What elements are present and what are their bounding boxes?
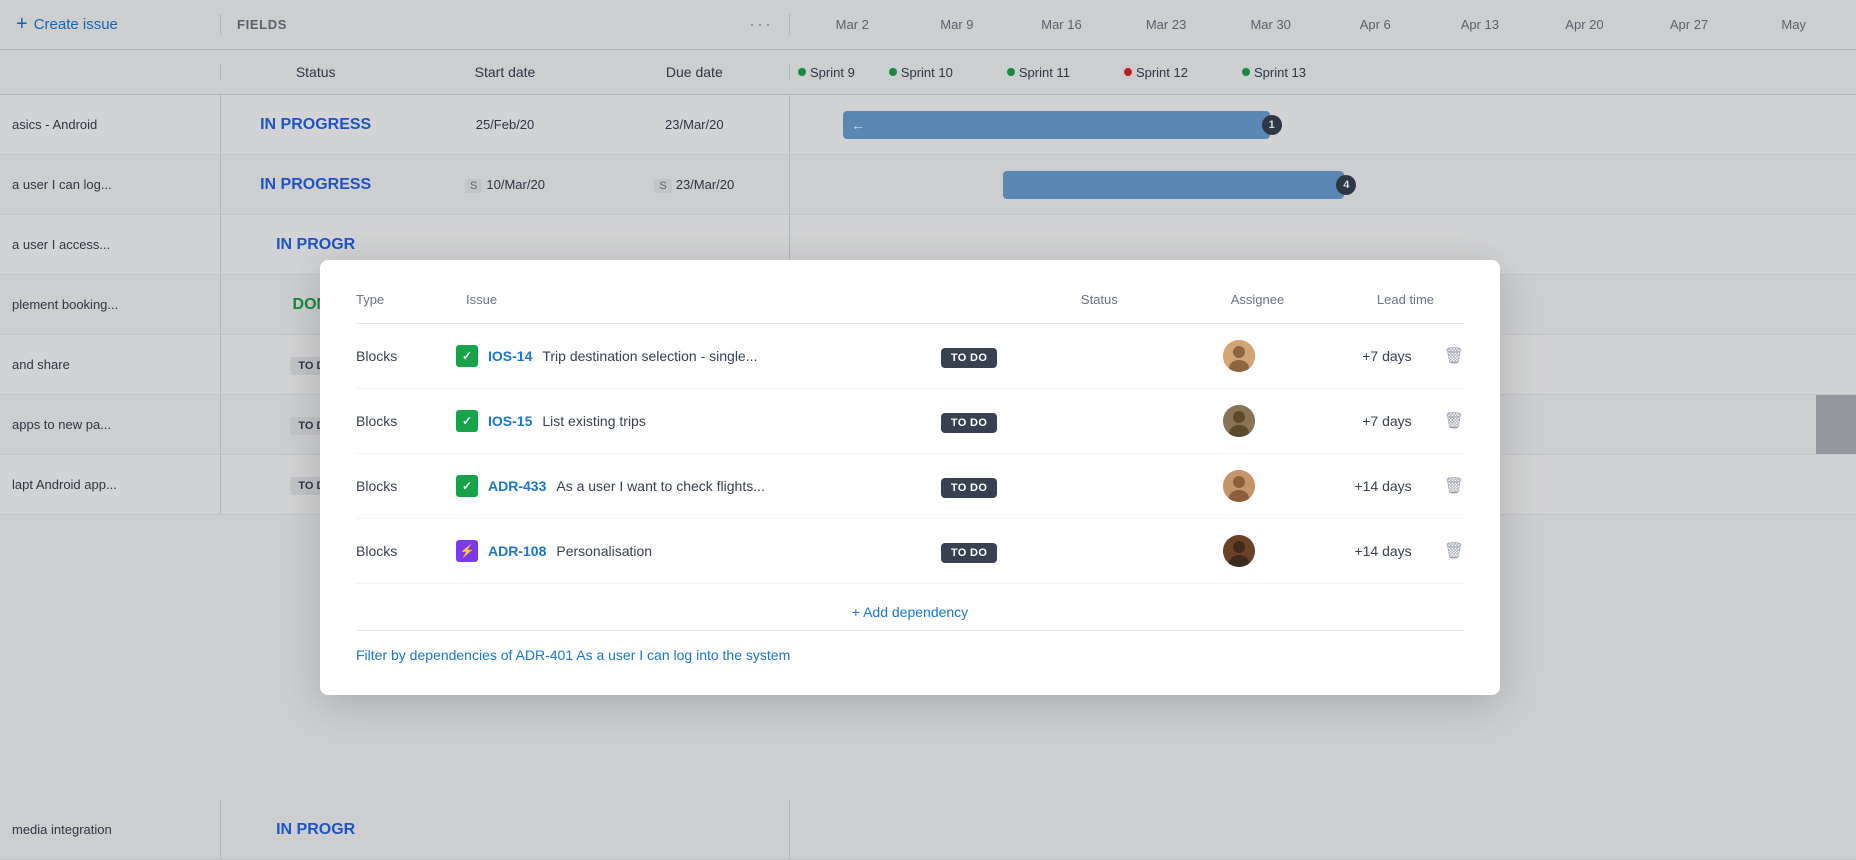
lead-time-3: +14 days xyxy=(1354,478,1411,494)
dependency-modal: Type Issue Status Assignee Lead time Blo… xyxy=(320,260,1500,695)
add-dependency-button[interactable]: + Add dependency xyxy=(852,604,968,620)
row2-status: TO DO xyxy=(881,389,1207,454)
modal-overlay: Type Issue Status Assignee Lead time Blo… xyxy=(0,0,1856,860)
row3-issue: ✓ ADR-433 As a user I want to check flig… xyxy=(456,454,881,519)
row3-leadtime: +14 days 🗑 xyxy=(1313,454,1464,519)
row2-leadtime: +7 days 🗑 xyxy=(1313,389,1464,454)
col-type-header: Type xyxy=(356,292,456,324)
row4-type: Blocks xyxy=(356,519,456,584)
row3-type: Blocks xyxy=(356,454,456,519)
table-row[interactable]: Blocks ⚡ ADR-108 Personalisation TO DO xyxy=(356,519,1464,584)
assignee-avatar-3 xyxy=(1223,470,1255,502)
todo-badge-1: TO DO xyxy=(941,348,997,368)
assignee-avatar-2 xyxy=(1223,405,1255,437)
todo-badge-3: TO DO xyxy=(941,478,997,498)
delete-icon-2[interactable]: 🗑 xyxy=(1444,411,1464,431)
issue-icon-green-3: ✓ xyxy=(456,475,478,497)
lead-time-2: +7 days xyxy=(1362,413,1411,429)
add-dependency-section: + Add dependency xyxy=(356,584,1464,630)
row3-issue-id[interactable]: ADR-433 xyxy=(488,478,546,494)
row2-issue-title: List existing trips xyxy=(542,413,645,429)
row1-assignee xyxy=(1207,324,1314,389)
table-row[interactable]: Blocks ✓ IOS-14 Trip destination selecti… xyxy=(356,324,1464,389)
row1-status: TO DO xyxy=(881,324,1207,389)
lead-time-4: +14 days xyxy=(1354,543,1411,559)
table-row[interactable]: Blocks ✓ IOS-15 List existing trips TO D… xyxy=(356,389,1464,454)
assignee-avatar-4 xyxy=(1223,535,1255,567)
todo-badge-2: TO DO xyxy=(941,413,997,433)
table-header-row: Type Issue Status Assignee Lead time xyxy=(356,292,1464,324)
lead-time-1: +7 days xyxy=(1362,348,1411,364)
row3-assignee xyxy=(1207,454,1314,519)
row4-assignee xyxy=(1207,519,1314,584)
issue-icon-green-2: ✓ xyxy=(456,410,478,432)
row1-issue-title: Trip destination selection - single... xyxy=(542,348,757,364)
row2-assignee xyxy=(1207,389,1314,454)
row4-issue-title: Personalisation xyxy=(556,543,652,559)
delete-icon-3[interactable]: 🗑 xyxy=(1444,476,1464,496)
dependency-table: Type Issue Status Assignee Lead time Blo… xyxy=(356,292,1464,584)
row4-issue: ⚡ ADR-108 Personalisation xyxy=(456,519,881,584)
row4-issue-id[interactable]: ADR-108 xyxy=(488,543,546,559)
row3-status: TO DO xyxy=(881,454,1207,519)
row1-leadtime: +7 days 🗑 xyxy=(1313,324,1464,389)
col-issue-header: Issue xyxy=(456,292,881,324)
row1-issue: ✓ IOS-14 Trip destination selection - si… xyxy=(456,324,881,389)
delete-icon-1[interactable]: 🗑 xyxy=(1444,346,1464,366)
col-assignee-header: Assignee xyxy=(1207,292,1314,324)
todo-badge-4: TO DO xyxy=(941,543,997,563)
col-leadtime-header: Lead time xyxy=(1313,292,1464,324)
filter-link[interactable]: Filter by dependencies of ADR-401 As a u… xyxy=(356,630,1464,663)
row3-issue-title: As a user I want to check flights... xyxy=(556,478,765,494)
row2-type: Blocks xyxy=(356,389,456,454)
row2-issue: ✓ IOS-15 List existing trips xyxy=(456,389,881,454)
assignee-avatar-1 xyxy=(1223,340,1255,372)
delete-icon-4[interactable]: 🗑 xyxy=(1444,541,1464,561)
row4-status: TO DO xyxy=(881,519,1207,584)
row1-issue-id[interactable]: IOS-14 xyxy=(488,348,532,364)
issue-icon-green-1: ✓ xyxy=(456,345,478,367)
table-row[interactable]: Blocks ✓ ADR-433 As a user I want to che… xyxy=(356,454,1464,519)
col-status-header: Status xyxy=(881,292,1207,324)
row2-issue-id[interactable]: IOS-15 xyxy=(488,413,532,429)
row1-type: Blocks xyxy=(356,324,456,389)
issue-icon-purple-1: ⚡ xyxy=(456,540,478,562)
row4-leadtime: +14 days 🗑 xyxy=(1313,519,1464,584)
